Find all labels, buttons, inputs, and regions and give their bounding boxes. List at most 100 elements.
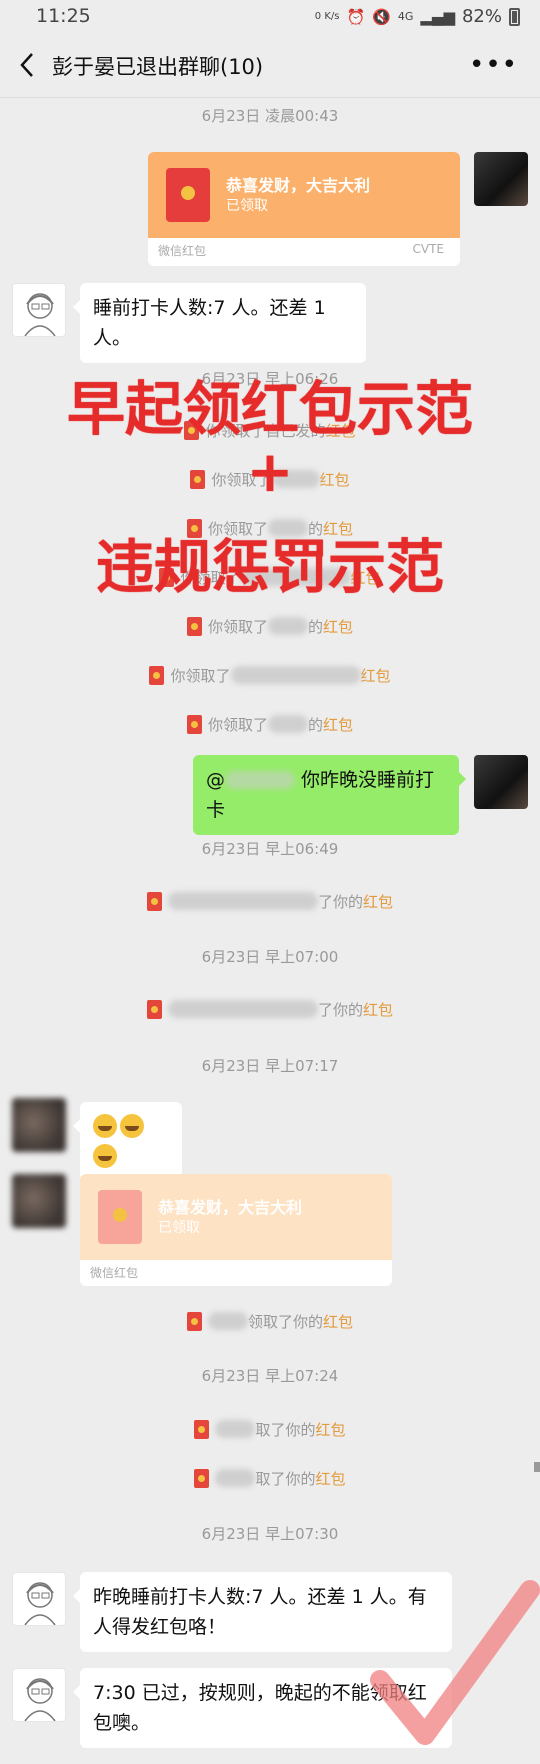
notice-row: 你领取了 的红包: [0, 518, 540, 539]
blurred-name: [267, 617, 308, 635]
timestamp: 6月23日 早上06:49: [201, 840, 339, 858]
red-packet-sent[interactable]: 恭喜发财，大吉大利 已领取 微信红包 CVTE: [148, 152, 460, 266]
network-speed: 0 K/s: [314, 11, 340, 22]
red-packet-link[interactable]: 红包: [363, 1001, 393, 1019]
blurred-name: [267, 715, 308, 733]
my-avatar[interactable]: [474, 755, 528, 809]
notice-row: 取了你的红包: [0, 1419, 540, 1440]
red-packet-received[interactable]: 恭喜发财，大吉大利 已领取 微信红包: [80, 1174, 392, 1286]
laughing-crying-emoji-icon: [93, 1114, 117, 1138]
red-packet-status: 已领取: [158, 1220, 200, 1236]
red-packet-footer: 微信红包: [80, 1260, 392, 1286]
blurred-name: [267, 519, 308, 537]
red-packet-mini-icon: [186, 715, 202, 734]
red-packet-mini-icon: [194, 1469, 210, 1488]
notice-row: 你领取了自己发的红包: [0, 420, 540, 441]
member-avatar[interactable]: [12, 1098, 66, 1152]
notice-row: 你领取了 的红包: [0, 616, 540, 637]
status-icons: 0 K/s ⏰ 🔇 4G ▂▄▆ 82%: [315, 6, 520, 27]
timestamp: 6月23日 早上07:24: [201, 1367, 339, 1385]
blurred-name: [215, 1420, 256, 1438]
signal-icon: ▂▄▆: [420, 7, 455, 26]
notice-text: 的: [307, 716, 323, 734]
notice-text: 你领取了: [170, 667, 231, 685]
timestamp: 6月23日 早上06:26: [201, 370, 339, 388]
notice-row: 了你的红包: [0, 999, 540, 1020]
red-packet-link[interactable]: 红包: [323, 618, 353, 636]
red-packet-link[interactable]: 红包: [323, 520, 353, 538]
red-packet-link[interactable]: 红包: [361, 667, 391, 685]
red-packet-mini-icon: [146, 1000, 162, 1019]
red-packet-mini-icon: [190, 470, 206, 489]
blurred-name: [271, 470, 320, 488]
red-packet-link[interactable]: 红包: [351, 569, 381, 587]
red-packet-mini-icon: [159, 568, 175, 587]
red-packet-mini-icon: [184, 421, 200, 440]
notice-text: 你领取了: [207, 716, 268, 734]
my-avatar[interactable]: [474, 152, 528, 206]
battery-level: 82%: [461, 6, 502, 27]
sketch-face-icon: [24, 293, 56, 336]
notice-text: 你领取了: [207, 520, 268, 538]
red-packet-link[interactable]: 红包: [363, 893, 393, 911]
laughing-crying-emoji-icon: [93, 1144, 117, 1168]
red-packet-link[interactable]: 红包: [323, 1313, 353, 1331]
blurred-name: [230, 666, 361, 684]
notice-text: 你领取了: [180, 569, 241, 587]
red-packet-link[interactable]: 红包: [320, 471, 350, 489]
back-arrow-icon[interactable]: [16, 50, 40, 80]
alarm-icon: ⏰: [346, 7, 366, 26]
timestamp: 6月23日 凌晨00:43: [201, 107, 339, 125]
mention-at: @: [206, 769, 225, 791]
chat-message-emoji: [73, 1102, 182, 1182]
red-packet-mini-icon: [146, 892, 162, 911]
notice-text: 的: [307, 618, 323, 636]
red-packet-mini-icon: [186, 1312, 202, 1331]
mute-icon: 🔇: [372, 7, 391, 26]
notice-text: 取了你的: [255, 1470, 316, 1488]
red-packet-link[interactable]: 红包: [316, 1421, 346, 1439]
red-packet-link[interactable]: 红包: [316, 1470, 346, 1488]
more-options-icon[interactable]: •••: [469, 50, 518, 80]
red-packet-link[interactable]: 红包: [326, 422, 356, 440]
scrollbar-thumb[interactable]: [534, 1462, 540, 1472]
bot-avatar[interactable]: [12, 283, 66, 337]
timestamp: 6月23日 早上07:00: [201, 948, 339, 966]
chat-message: 昨晚睡前打卡人数:7 人。还差 1 人。有人得发红包咯！: [73, 1572, 452, 1652]
red-packet-body: 恭喜发财，大吉大利 已领取: [148, 152, 460, 238]
red-packet-icon: [166, 168, 210, 222]
notice-row: 领取了你的红包: [0, 1311, 540, 1332]
notice-text: 取了你的: [255, 1421, 316, 1439]
signal-type: 4G: [397, 10, 414, 23]
notice-text: 你领取了: [207, 618, 268, 636]
chat-title: 彭于晏已退出群聊(10): [52, 55, 264, 79]
red-packet-mini-icon: [194, 1420, 210, 1439]
red-packet-status: 已领取: [226, 198, 268, 214]
sketch-face-icon: [24, 1582, 56, 1625]
red-packet-greeting: 恭喜发财，大吉大利: [226, 176, 371, 195]
member-avatar[interactable]: [12, 1174, 66, 1228]
red-packet-source: 微信红包: [90, 1266, 139, 1280]
notice-text: 的: [307, 520, 323, 538]
chat-message: 睡前打卡人数:7 人。还差 1 人。: [73, 283, 366, 363]
notice-row: 了你的红包: [0, 891, 540, 912]
notice-row: 你领取了 红包: [0, 665, 540, 686]
bot-avatar[interactable]: [12, 1572, 66, 1626]
red-packet-icon: [98, 1190, 142, 1244]
notice-row: 你领取了 红包: [0, 469, 540, 490]
blurred-name: [215, 1469, 256, 1487]
chat-header: 彭于晏已退出群聊(10) •••: [0, 34, 540, 98]
red-packet-greeting: 恭喜发财，大吉大利: [158, 1198, 303, 1217]
notice-row: 你领取了 的红包: [0, 714, 540, 735]
red-packet-body: 恭喜发财，大吉大利 已领取: [80, 1174, 392, 1260]
red-packet-link[interactable]: 红包: [323, 716, 353, 734]
battery-icon: [509, 7, 520, 26]
timestamp: 6月23日 早上07:30: [201, 1525, 339, 1543]
bot-avatar[interactable]: [12, 1668, 66, 1722]
chat-message: 7:30 已过，按规则，晚起的不能领取红包噢。: [73, 1668, 452, 1748]
notice-row: 你领取了 红包: [0, 567, 540, 588]
notice-text: 领取了你的: [247, 1313, 323, 1331]
notice-row: 取了你的红包: [0, 1468, 540, 1489]
notice-text: 你领取了自己发的: [205, 422, 326, 440]
notice-text: 了你的: [317, 1001, 363, 1019]
